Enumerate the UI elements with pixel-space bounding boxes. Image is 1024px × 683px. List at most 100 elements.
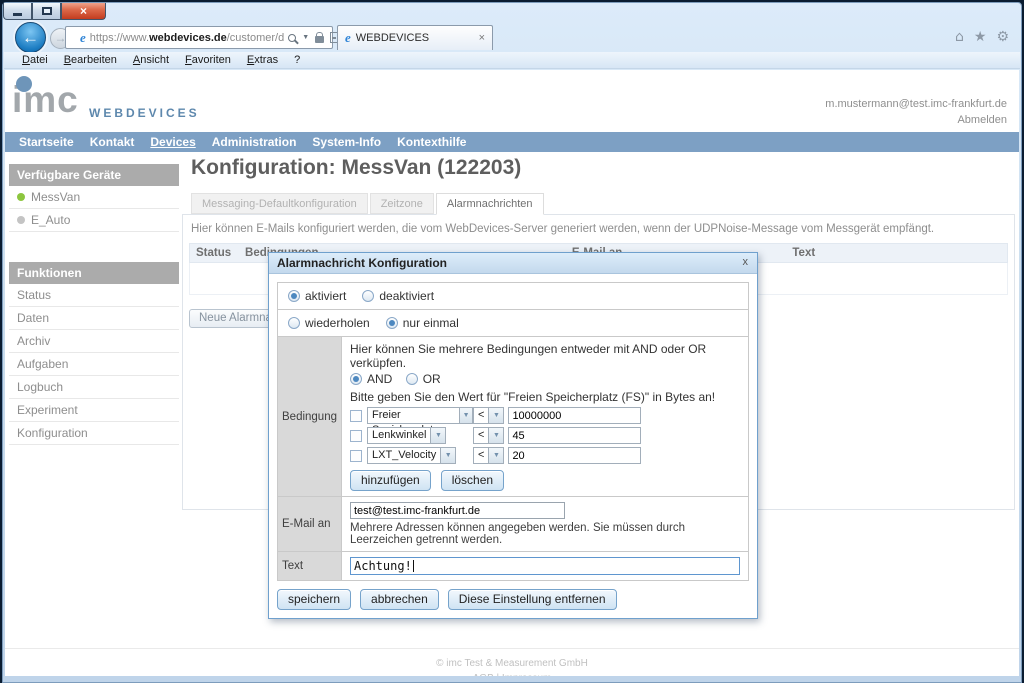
sidebar-item-messvan[interactable]: MessVan bbox=[9, 186, 179, 209]
operator-select[interactable]: <▼ bbox=[473, 427, 504, 444]
status-online-dot bbox=[17, 193, 25, 201]
sidebar-item-status[interactable]: Status bbox=[9, 284, 179, 307]
channel-select[interactable]: Lenkwinkel▼ bbox=[367, 427, 446, 444]
maximize-button[interactable] bbox=[32, 3, 61, 20]
email-input[interactable] bbox=[350, 502, 565, 519]
sidebar-item-e-auto[interactable]: E_Auto bbox=[9, 209, 179, 232]
account-info: m.mustermann@test.imc-frankfurt.de Abmel… bbox=[825, 96, 1007, 128]
radio-deaktiviert[interactable]: deaktiviert bbox=[362, 289, 434, 303]
text-cursor bbox=[413, 560, 414, 572]
activation-row: aktiviert deaktiviert bbox=[278, 283, 748, 309]
condition-intro: Hier können Sie mehrere Bedingungen entw… bbox=[350, 342, 740, 370]
condition-checkbox[interactable] bbox=[350, 410, 362, 422]
favorites-star-icon[interactable]: ★ bbox=[974, 29, 987, 45]
dialog-body: aktiviert deaktiviert wiederholen nur ei… bbox=[269, 274, 757, 618]
text-input[interactable]: Achtung! bbox=[350, 557, 740, 575]
product-name: WEBDEVICES bbox=[89, 106, 200, 120]
nav-administration[interactable]: Administration bbox=[204, 132, 305, 152]
toolbar-icons: ⌂ ★ ⚙ bbox=[955, 29, 1009, 45]
minimize-button[interactable] bbox=[3, 3, 32, 20]
main-nav: Startseite Kontakt Devices Administratio… bbox=[5, 132, 1019, 152]
brand-dot-icon bbox=[16, 76, 32, 92]
chevron-down-icon[interactable]: ▼ bbox=[440, 448, 455, 463]
agb-link[interactable]: AGB bbox=[473, 673, 494, 676]
close-button[interactable]: × bbox=[61, 3, 106, 20]
sidebar-gap bbox=[9, 232, 179, 262]
sidebar-item-experiment[interactable]: Experiment bbox=[9, 399, 179, 422]
radio-or[interactable]: OR bbox=[406, 372, 441, 386]
chevron-down-icon[interactable]: ▼ bbox=[430, 428, 445, 443]
menu-favoriten[interactable]: Favoriten bbox=[177, 53, 239, 67]
browser-tab[interactable]: e WEBDEVICES × bbox=[337, 25, 493, 50]
dialog-close-icon[interactable]: x bbox=[743, 256, 749, 268]
footer: © imc Test & Measurement GmbH AGB | Impr… bbox=[5, 648, 1019, 676]
menu-extras[interactable]: Extras bbox=[239, 53, 286, 67]
nav-kontexthilfe[interactable]: Kontexthilfe bbox=[389, 132, 474, 152]
nav-system-info[interactable]: System-Info bbox=[304, 132, 389, 152]
condition-value-input[interactable] bbox=[508, 447, 641, 464]
impressum-link[interactable]: Impressum bbox=[502, 673, 551, 676]
nav-devices[interactable]: Devices bbox=[142, 132, 203, 152]
search-icon[interactable] bbox=[288, 34, 296, 42]
devices-header: Verfügbare Geräte bbox=[9, 164, 179, 186]
condition-value-input[interactable] bbox=[508, 427, 641, 444]
radio-aktiviert[interactable]: aktiviert bbox=[288, 289, 346, 303]
menu-ansicht[interactable]: Ansicht bbox=[125, 53, 177, 67]
dialog-title-bar[interactable]: Alarmnachricht Konfiguration x bbox=[269, 253, 757, 274]
ie-logo-icon: e bbox=[80, 30, 86, 46]
ie-favicon-icon: e bbox=[345, 30, 351, 46]
copyright: © imc Test & Measurement GmbH bbox=[5, 656, 1019, 671]
operator-select[interactable]: <▼ bbox=[473, 447, 504, 464]
channel-select[interactable]: Freier Speicherplatz▼ bbox=[367, 407, 473, 424]
sidebar-item-logbuch[interactable]: Logbuch bbox=[9, 376, 179, 399]
tab-messaging-defaultkonfiguration[interactable]: Messaging-Defaultkonfiguration bbox=[191, 193, 368, 214]
menu-hilfe[interactable]: ? bbox=[286, 53, 308, 67]
menu-bearbeiten[interactable]: Bearbeiten bbox=[56, 53, 125, 67]
condition-section: Bedingung Hier können Sie mehrere Beding… bbox=[278, 336, 748, 496]
text-section: Text Achtung! bbox=[278, 551, 748, 580]
nav-startseite[interactable]: Startseite bbox=[11, 132, 82, 152]
nav-kontakt[interactable]: Kontakt bbox=[82, 132, 143, 152]
chevron-down-icon[interactable]: ▼ bbox=[459, 408, 472, 423]
radio-wiederholen[interactable]: wiederholen bbox=[288, 316, 370, 330]
dialog-title: Alarmnachricht Konfiguration bbox=[277, 256, 447, 270]
email-label: E-Mail an bbox=[278, 497, 342, 551]
logout-link[interactable]: Abmelden bbox=[825, 112, 1007, 128]
sidebar-item-konfiguration[interactable]: Konfiguration bbox=[9, 422, 179, 445]
page-viewport: imc WEBDEVICES m.mustermann@test.imc-fra… bbox=[5, 70, 1019, 676]
address-bar[interactable]: e https://www.webdevices.de/customer/d ▼… bbox=[65, 26, 333, 49]
sidebar-item-aufgaben[interactable]: Aufgaben bbox=[9, 353, 179, 376]
radio-nur-einmal[interactable]: nur einmal bbox=[386, 316, 459, 330]
add-condition-button[interactable]: hinzufügen bbox=[350, 470, 431, 491]
chevron-down-icon[interactable]: ▼ bbox=[488, 428, 503, 443]
settings-gear-icon[interactable]: ⚙ bbox=[996, 29, 1009, 45]
save-button[interactable]: speichern bbox=[277, 589, 351, 610]
remove-setting-button[interactable]: Diese Einstellung entfernen bbox=[448, 589, 617, 610]
radio-icon bbox=[362, 290, 374, 302]
chevron-down-icon[interactable]: ▼ bbox=[488, 408, 503, 423]
condition-value-input[interactable] bbox=[508, 407, 641, 424]
tab-alarmnachrichten[interactable]: Alarmnachrichten bbox=[436, 193, 544, 215]
condition-checkbox[interactable] bbox=[350, 450, 362, 462]
radio-icon bbox=[350, 373, 362, 385]
page-title: Konfiguration: MessVan (122203) bbox=[182, 156, 1015, 180]
sidebar-item-archiv[interactable]: Archiv bbox=[9, 330, 179, 353]
cancel-button[interactable]: abbrechen bbox=[360, 589, 439, 610]
condition-row: Lenkwinkel▼ <▼ bbox=[350, 427, 740, 444]
condition-checkbox[interactable] bbox=[350, 430, 362, 442]
minimize-icon bbox=[13, 13, 22, 16]
tab-zeitzone[interactable]: Zeitzone bbox=[370, 193, 434, 214]
channel-select[interactable]: LXT_Velocity▼ bbox=[367, 447, 456, 464]
delete-condition-button[interactable]: löschen bbox=[441, 470, 504, 491]
radio-and[interactable]: AND bbox=[350, 372, 392, 386]
back-button[interactable]: ← bbox=[15, 22, 46, 53]
home-icon[interactable]: ⌂ bbox=[955, 29, 964, 45]
sidebar-item-daten[interactable]: Daten bbox=[9, 307, 179, 330]
menu-datei[interactable]: Datei bbox=[14, 53, 56, 67]
chevron-down-icon[interactable]: ▼ bbox=[302, 34, 309, 41]
footer-separator: | bbox=[497, 673, 500, 676]
chevron-down-icon[interactable]: ▼ bbox=[488, 448, 503, 463]
operator-select[interactable]: <▼ bbox=[473, 407, 504, 424]
alarm-config-dialog: Alarmnachricht Konfiguration x aktiviert… bbox=[268, 252, 758, 619]
tab-close-icon[interactable]: × bbox=[479, 32, 485, 44]
